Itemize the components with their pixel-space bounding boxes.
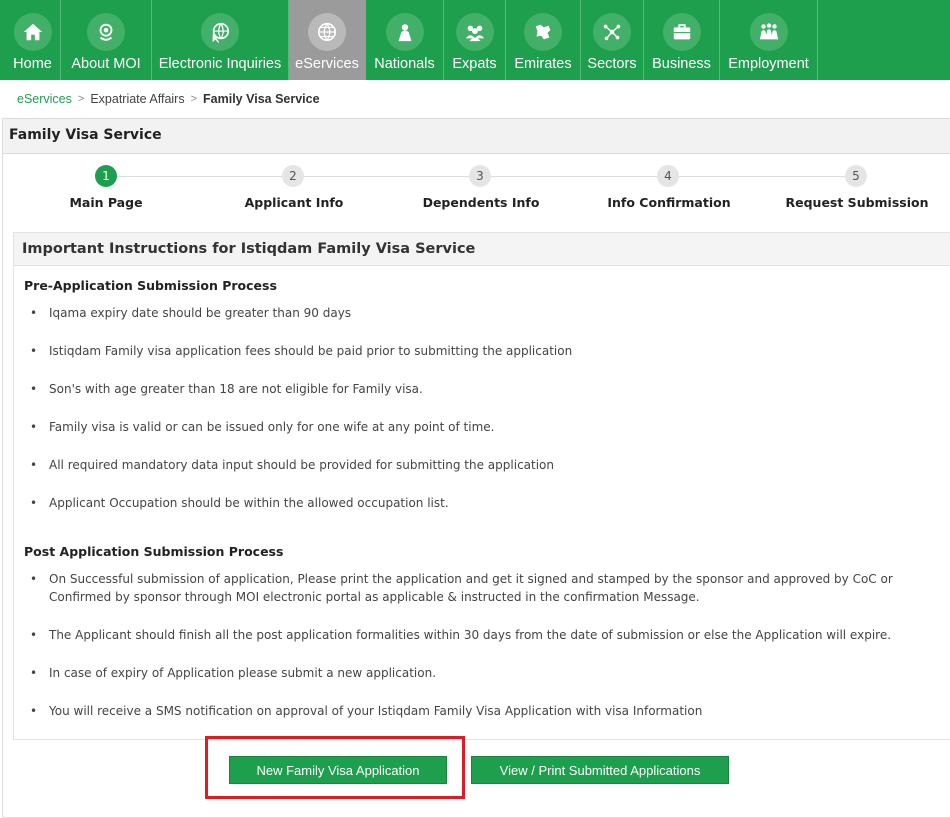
nav-label: Expats <box>452 56 497 72</box>
nav-item-electronic-inquiries[interactable]: Electronic Inquiries <box>152 0 289 80</box>
main-nav: Home About MOI Electronic Inquiries eSer… <box>0 0 950 80</box>
briefcase-icon <box>662 13 701 51</box>
step-connector <box>304 176 469 177</box>
step-2-label: Applicant Info <box>244 195 344 210</box>
nav-label: eServices <box>295 56 359 72</box>
breadcrumb-current: Family Visa Service <box>203 92 320 106</box>
chevron-right-icon: > <box>77 93 85 105</box>
step-1-label: Main Page <box>69 195 143 210</box>
emblem-icon <box>87 13 125 51</box>
list-item: Applicant Occupation should be within th… <box>30 494 930 512</box>
nav-item-nationals[interactable]: Nationals <box>366 0 444 80</box>
list-item: On Successful submission of application,… <box>30 570 930 606</box>
view-print-submitted-applications-button[interactable]: View / Print Submitted Applications <box>471 756 729 784</box>
page-title: Family Visa Service <box>9 127 162 143</box>
list-item: In case of expiry of Application please … <box>30 664 930 682</box>
list-item: Son's with age greater than 18 are not e… <box>30 380 930 398</box>
post-application-heading: Post Application Submission Process <box>24 544 284 559</box>
list-item: Iqama expiry date should be greater than… <box>30 304 930 322</box>
nav-item-employment[interactable]: Employment <box>720 0 818 80</box>
nav-item-emirates[interactable]: Emirates <box>506 0 581 80</box>
chevron-right-icon: > <box>190 93 198 105</box>
nav-label: Business <box>652 56 711 72</box>
home-icon <box>13 13 52 51</box>
nav-item-sectors[interactable]: Sectors <box>581 0 644 80</box>
step-connector <box>679 176 845 177</box>
nav-label: About MOI <box>71 56 141 72</box>
list-item: Family visa is valid or can be issued on… <box>30 418 930 436</box>
nav-label: Home <box>13 56 52 72</box>
nav-item-about-moi[interactable]: About MOI <box>61 0 152 80</box>
list-item: You will receive a SMS notification on a… <box>30 702 930 720</box>
nav-label: Nationals <box>374 56 435 72</box>
list-item: All required mandatory data input should… <box>30 456 930 474</box>
step-2-indicator: 2 <box>282 165 304 187</box>
nav-label: Electronic Inquiries <box>158 56 282 72</box>
globe-icon <box>308 13 346 51</box>
person-icon <box>385 13 424 51</box>
nav-label: Employment <box>728 56 809 72</box>
step-5-label: Request Submission <box>785 195 929 210</box>
list-item: Istiqdam Family visa application fees sh… <box>30 342 930 360</box>
step-5-indicator: 5 <box>845 165 867 187</box>
step-3-label: Dependents Info <box>422 195 540 210</box>
step-3-indicator: 3 <box>469 165 491 187</box>
nav-item-eservices[interactable]: eServices <box>289 0 366 80</box>
handshake-icon <box>749 13 788 51</box>
step-connector <box>117 176 282 177</box>
network-icon <box>593 13 631 51</box>
nav-item-expats[interactable]: Expats <box>444 0 506 80</box>
step-1-indicator: 1 <box>95 165 117 187</box>
nav-item-home[interactable]: Home <box>5 0 61 80</box>
list-item: The Applicant should finish all the post… <box>30 626 930 644</box>
map-icon <box>524 13 562 51</box>
group-icon <box>455 13 494 51</box>
pre-application-heading: Pre-Application Submission Process <box>24 278 277 293</box>
instructions-title: Important Instructions for Istiqdam Fami… <box>22 241 476 257</box>
step-4-label: Info Confirmation <box>607 195 731 210</box>
breadcrumb: eServices > Expatriate Affairs > Family … <box>17 92 320 106</box>
nav-item-business[interactable]: Business <box>644 0 720 80</box>
nav-label: Sectors <box>587 56 637 72</box>
step-4-indicator: 4 <box>657 165 679 187</box>
globe-cursor-icon <box>201 13 239 51</box>
step-connector <box>491 176 657 177</box>
breadcrumb-eservices-link[interactable]: eServices <box>17 92 72 106</box>
breadcrumb-expatriate-affairs[interactable]: Expatriate Affairs <box>90 92 184 106</box>
highlight-box <box>205 736 465 799</box>
nav-label: Emirates <box>514 56 572 72</box>
